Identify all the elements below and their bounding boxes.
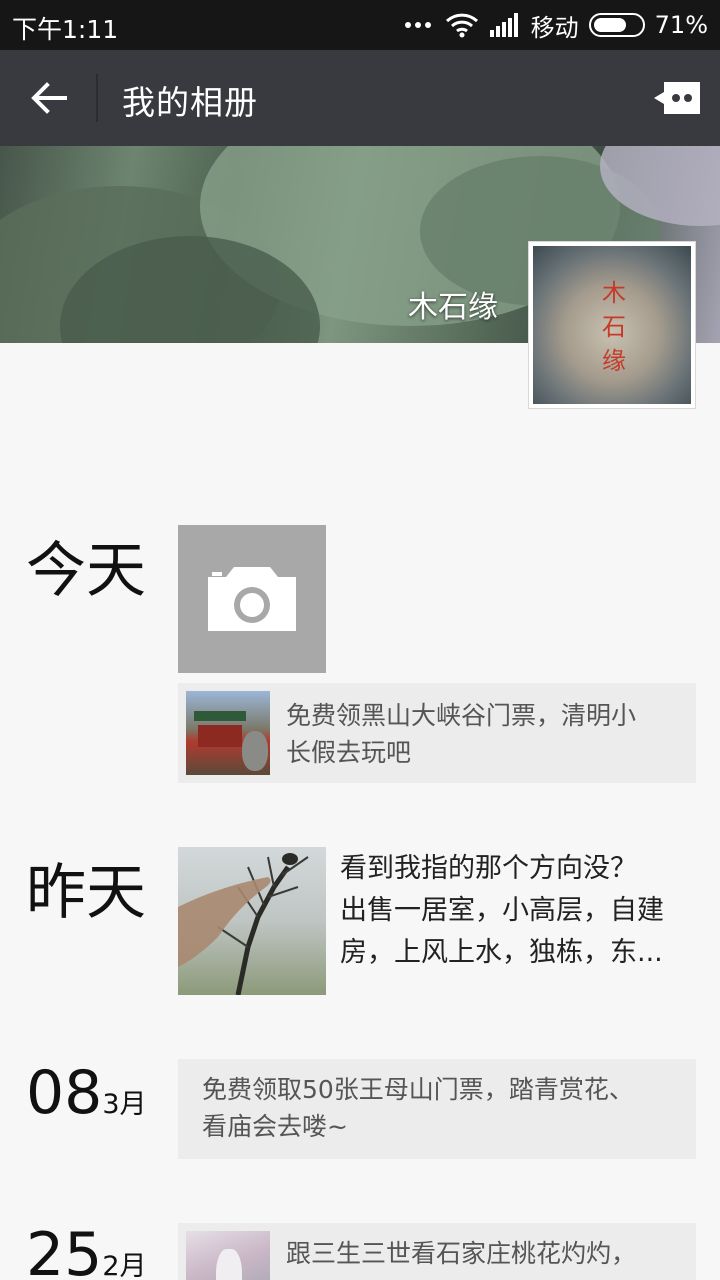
date-month: 2月: [102, 1251, 147, 1280]
wifi-icon: [445, 13, 478, 38]
date-yesterday: 昨天: [26, 858, 146, 928]
date-today: 今天: [26, 536, 146, 606]
date-2502: 252月: [26, 1220, 147, 1280]
date-0803: 083月: [26, 1058, 147, 1128]
more-dots-icon: [404, 22, 431, 28]
share-thumbnail: [186, 1231, 270, 1280]
share-post-today[interactable]: 免费领黑山大峡谷门票，清明小 长假去玩吧: [178, 683, 696, 783]
post-text-line2: 出售一居室，小高层，自建: [340, 895, 664, 926]
messages-button[interactable]: [650, 78, 704, 118]
battery-percent: 71%: [654, 11, 708, 39]
add-photo-button[interactable]: [178, 525, 326, 673]
battery-fill: [593, 18, 627, 32]
signal-icon: [489, 13, 518, 37]
share-text-line2: 长假去玩吧: [286, 738, 412, 767]
back-button[interactable]: [14, 70, 84, 126]
share-post-2502[interactable]: 跟三生三世看石家庄桃花灼灼，: [178, 1223, 696, 1280]
avatar[interactable]: 木石缘: [528, 241, 696, 409]
title-bar: 我的相册: [0, 50, 720, 146]
post-photo: [178, 853, 309, 995]
share-text-line1: 跟三生三世看石家庄桃花灼灼，: [286, 1239, 637, 1268]
share-text-line2: 看庙会去喽~: [202, 1112, 348, 1141]
status-time: 下午1:11: [12, 15, 119, 44]
status-bar: 下午1:11 移动 71%: [0, 0, 720, 50]
avatar-seal-text: 木石缘: [602, 279, 626, 375]
date-day: 25: [26, 1220, 103, 1280]
date-day: 08: [26, 1058, 103, 1128]
profile-nickname: 木石缘: [408, 290, 498, 325]
share-text-line1: 免费领取50张王母山门票，踏青赏花、: [202, 1075, 634, 1104]
title-divider: [96, 74, 98, 122]
back-arrow-icon: [31, 82, 67, 114]
carrier-label: 移动: [530, 13, 579, 42]
message-bubble-icon: [654, 82, 700, 114]
camera-icon: [208, 567, 296, 631]
post-text-yesterday: 看到我指的那个方向没？ 出售一居室，小高层，自建 房，上风上水，独栋，东...: [340, 848, 700, 974]
photo-post-yesterday[interactable]: [178, 847, 326, 995]
page-title: 我的相册: [122, 83, 258, 122]
share-text-line1: 免费领黑山大峡谷门票，清明小: [286, 701, 637, 730]
date-month: 3月: [102, 1089, 147, 1120]
share-post-0803[interactable]: 免费领取50张王母山门票，踏青赏花、 看庙会去喽~: [178, 1059, 696, 1159]
post-text-line1: 看到我指的那个方向没？: [340, 853, 637, 884]
battery-icon: [588, 13, 645, 37]
share-thumbnail: [186, 691, 270, 775]
post-text-line3: 房，上风上水，独栋，东...: [340, 937, 663, 968]
